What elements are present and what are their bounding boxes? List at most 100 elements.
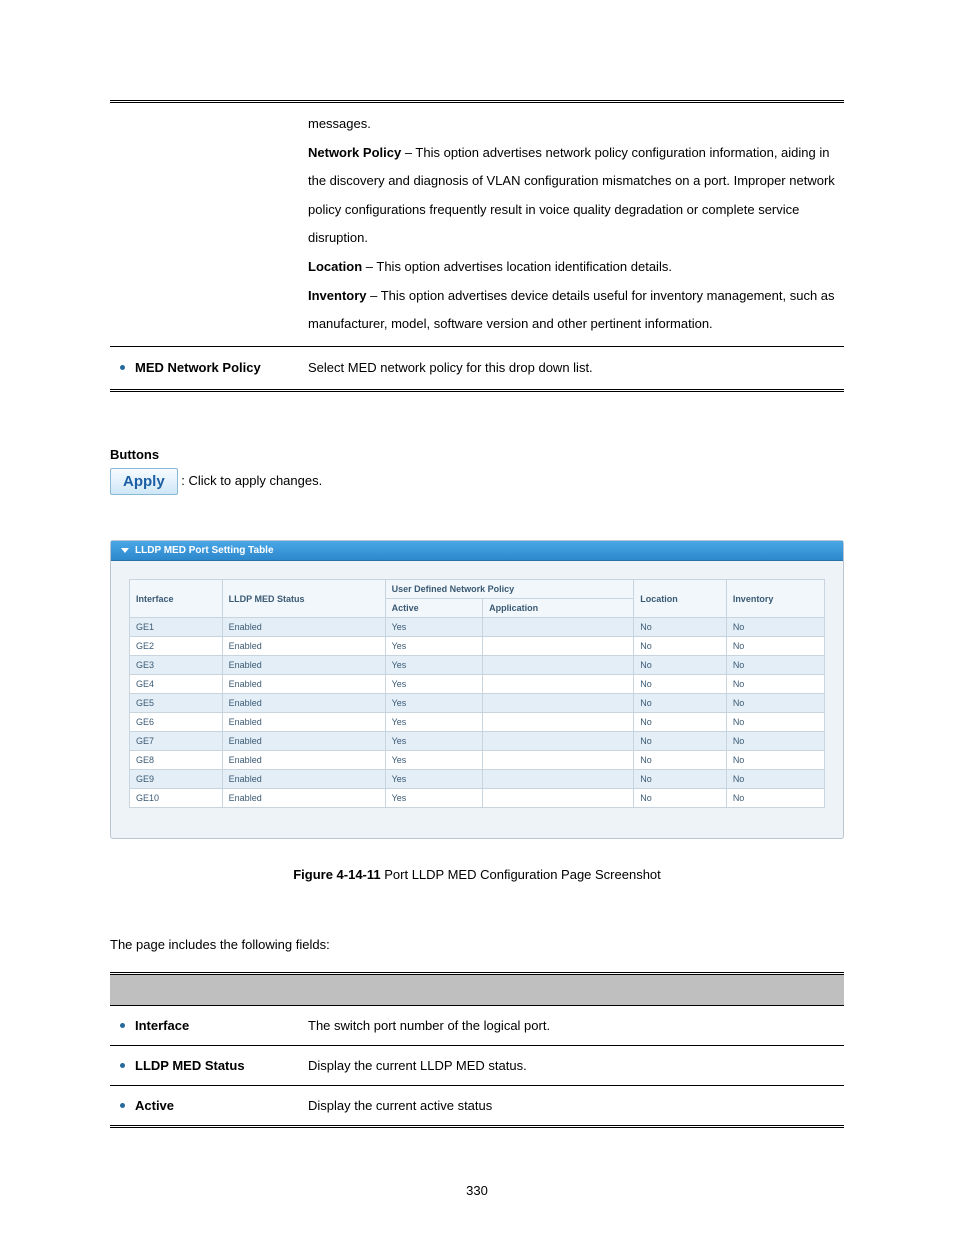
cell-app [483, 675, 634, 694]
table-row: GE10EnabledYesNoNo [130, 789, 825, 808]
figure-caption: Figure 4-14-11 Port LLDP MED Configurati… [110, 867, 844, 882]
page-number: 330 [110, 1183, 844, 1198]
cell-active: Yes [385, 656, 482, 675]
cell-app [483, 770, 634, 789]
cell-active: Yes [385, 618, 482, 637]
bullet-icon [120, 1103, 125, 1108]
cell-iface: GE5 [130, 694, 223, 713]
cell-status: Enabled [222, 656, 385, 675]
col-policy: User Defined Network Policy [385, 580, 634, 599]
cell-iface: GE7 [130, 732, 223, 751]
table-row: GE2EnabledYesNoNo [130, 637, 825, 656]
table-row: GE5EnabledYes NoNo [130, 694, 825, 713]
cell-app [483, 656, 634, 675]
cell-loc: No [634, 656, 727, 675]
cell-status: Enabled [222, 770, 385, 789]
col-status: LLDP MED Status [222, 580, 385, 618]
cell-inv: No [726, 770, 824, 789]
cell-loc: No [634, 751, 727, 770]
loc-text: – This option advertises location identi… [362, 259, 672, 274]
cell-status: Enabled [222, 694, 385, 713]
param-row: ActiveDisplay the current active status [110, 1086, 844, 1127]
row2-desc: Select MED network policy for this drop … [302, 346, 844, 391]
param-object: Active [110, 1086, 302, 1127]
table-row: GE7EnabledYes NoNo [130, 732, 825, 751]
cell-loc: No [634, 637, 727, 656]
col-application: Application [483, 599, 634, 618]
cell-iface: GE4 [130, 675, 223, 694]
cell-active: Yes [385, 675, 482, 694]
cell-loc: No [634, 694, 727, 713]
table-row: GE8EnabledYesNoNo [130, 751, 825, 770]
cell-active: Yes [385, 713, 482, 732]
cell-loc: No [634, 770, 727, 789]
bottom-h-object [110, 974, 302, 1006]
cell-iface: GE10 [130, 789, 223, 808]
param-object: Interface [110, 1006, 302, 1046]
cell-status: Enabled [222, 675, 385, 694]
np-label: Network Policy [308, 145, 401, 160]
cell-active: Yes [385, 694, 482, 713]
chevron-down-icon [121, 548, 129, 553]
apply-button[interactable]: Apply [110, 468, 178, 495]
cell-inv: No [726, 751, 824, 770]
bullet-icon [120, 1063, 125, 1068]
screenshot-title: LLDP MED Port Setting Table [135, 545, 274, 556]
cell-iface: GE6 [130, 713, 223, 732]
bottom-param-table: InterfaceThe switch port number of the l… [110, 972, 844, 1128]
cell-active: Yes [385, 751, 482, 770]
cell-inv: No [726, 637, 824, 656]
param-object: LLDP MED Status [110, 1046, 302, 1086]
col-inventory: Inventory [726, 580, 824, 618]
cell-active: Yes [385, 732, 482, 751]
desc-line1: messages. [308, 116, 371, 131]
param-desc: The switch port number of the logical po… [302, 1006, 844, 1046]
param-row: InterfaceThe switch port number of the l… [110, 1006, 844, 1046]
cell-inv: No [726, 618, 824, 637]
cell-loc: No [634, 618, 727, 637]
table-row: GE6EnabledYesNoNo [130, 713, 825, 732]
table-row: GE1EnabledYesNoNo [130, 618, 825, 637]
cell-loc: No [634, 789, 727, 808]
cell-loc: No [634, 732, 727, 751]
cell-status: Enabled [222, 732, 385, 751]
inv-text: – This option advertises device details … [308, 288, 835, 332]
cell-iface: GE9 [130, 770, 223, 789]
cell-inv: No [726, 713, 824, 732]
cell-inv: No [726, 694, 824, 713]
cell-iface: GE2 [130, 637, 223, 656]
table-row: GE9EnabledYes NoNo [130, 770, 825, 789]
cell-status: Enabled [222, 713, 385, 732]
cell-iface: GE8 [130, 751, 223, 770]
cell-inv: No [726, 656, 824, 675]
bottom-h-desc [302, 974, 844, 1006]
row2-object: MED Network Policy [135, 360, 261, 375]
loc-label: Location [308, 259, 362, 274]
cell-status: Enabled [222, 637, 385, 656]
col-location: Location [634, 580, 727, 618]
cell-inv: No [726, 732, 824, 751]
cell-app [483, 637, 634, 656]
cell-inv: No [726, 675, 824, 694]
bullet-icon [120, 1023, 125, 1028]
col-interface: Interface [130, 580, 223, 618]
cell-iface: GE3 [130, 656, 223, 675]
cell-app [483, 751, 634, 770]
cell-app [483, 694, 634, 713]
cell-app [483, 732, 634, 751]
fields-intro: The page includes the following fields: [110, 937, 844, 952]
top-param-table: messages. Network Policy – This option a… [110, 100, 844, 392]
figure-caption-text: Port LLDP MED Configuration Page Screens… [384, 867, 661, 882]
param-desc: Display the current active status [302, 1086, 844, 1127]
screenshot-panel: LLDP MED Port Setting Table Interface LL… [110, 540, 844, 839]
cell-status: Enabled [222, 789, 385, 808]
row2-object-cell: MED Network Policy [110, 346, 302, 391]
col-active: Active [385, 599, 482, 618]
param-desc: Display the current LLDP MED status. [302, 1046, 844, 1086]
cell-active: Yes [385, 770, 482, 789]
buttons-block: Buttons Apply : Click to apply changes. [110, 447, 844, 495]
cell-iface: GE1 [130, 618, 223, 637]
inv-label: Inventory [308, 288, 367, 303]
cell-loc: No [634, 675, 727, 694]
port-setting-table: Interface LLDP MED Status User Defined N… [129, 579, 825, 808]
